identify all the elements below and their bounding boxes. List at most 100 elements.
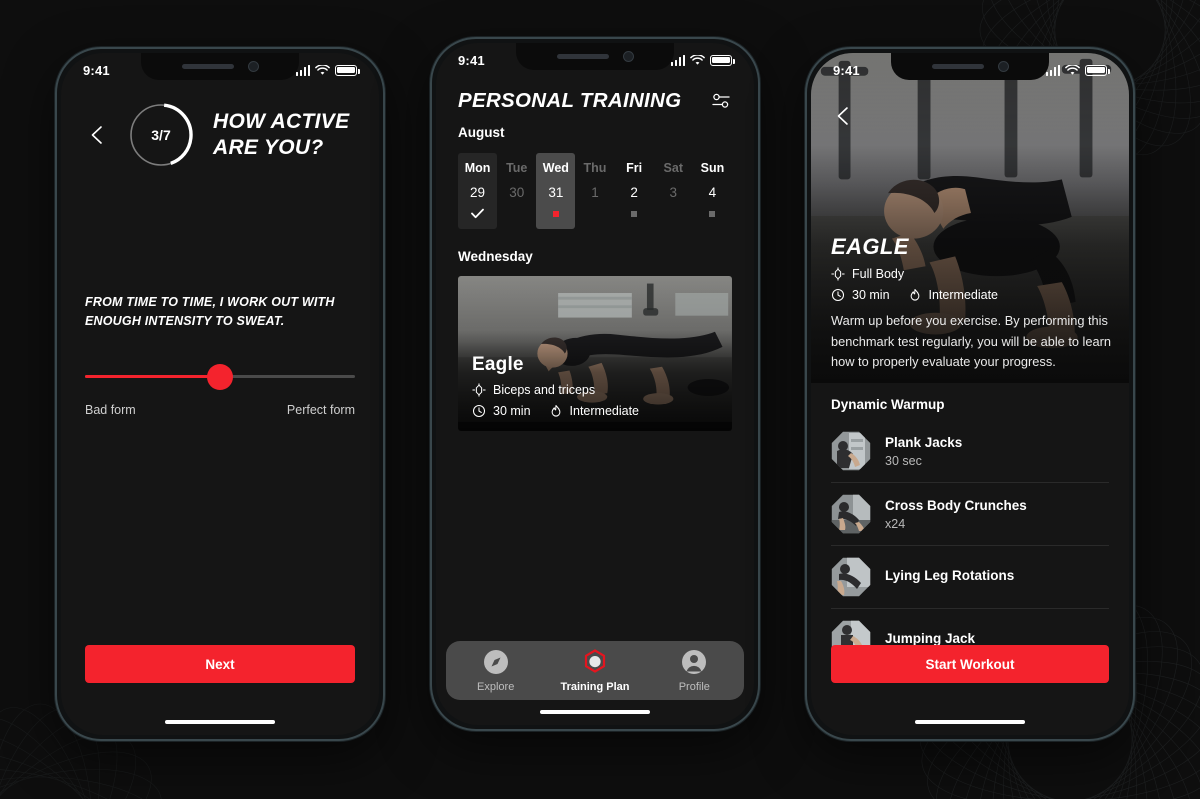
- tab-training-plan-label: Training Plan: [560, 681, 630, 693]
- phone1-screen: 9:41 3/7 HOW ACTIVE ARE YOU? FROM TIME T…: [61, 53, 379, 735]
- status-time: 9:41: [833, 62, 860, 78]
- home-indicator: [165, 719, 275, 724]
- target-icon: [831, 267, 845, 281]
- back-arrow-icon[interactable]: [85, 122, 111, 148]
- page-title: PERSONAL TRAINING: [458, 89, 682, 112]
- day-cell[interactable]: Fri 2: [615, 153, 654, 229]
- day-of-week: Wed: [542, 161, 569, 175]
- next-button[interactable]: Next: [85, 645, 355, 683]
- wifi-icon: [315, 64, 330, 75]
- battery-icon: [710, 54, 735, 66]
- tab-training-plan[interactable]: Training Plan: [545, 648, 644, 693]
- workout-level-item: Intermediate: [908, 288, 998, 302]
- slider-max-label: Perfect form: [286, 402, 355, 417]
- clock-icon: [472, 404, 486, 418]
- question-statement: FROM TIME TO TIME, I WORK OUT WITH ENOUG…: [85, 295, 335, 328]
- filter-sliders-icon[interactable]: [710, 90, 732, 112]
- day-cell-selected[interactable]: Wed 31: [536, 153, 576, 229]
- bottom-tab-bar: Explore Training Plan Profile: [446, 641, 744, 700]
- exercise-name: Cross Body Crunches: [885, 497, 1027, 513]
- workout-target-row: Full Body: [831, 267, 1111, 281]
- status-time: 9:41: [458, 52, 485, 68]
- exercise-text: Plank Jacks 30 sec: [885, 435, 962, 468]
- day-cell[interactable]: Sun 4: [693, 153, 732, 229]
- day-of-week: Tue: [506, 161, 528, 175]
- phone-onboarding: 9:41 3/7 HOW ACTIVE ARE YOU? FROM TIME T…: [55, 47, 385, 741]
- tab-explore[interactable]: Explore: [446, 648, 545, 693]
- wifi-icon: [1065, 64, 1080, 75]
- day-of-week: Mon: [464, 161, 491, 175]
- phone-workout-detail: EAGLE Full Body 30 min Intermediate Warm…: [805, 47, 1135, 741]
- workout-level-item: Intermediate: [549, 404, 639, 418]
- training-header: PERSONAL TRAINING: [436, 89, 754, 113]
- exercise-amount: x24: [885, 516, 906, 531]
- front-camera: [622, 51, 634, 62]
- workout-dot-icon: [552, 210, 559, 217]
- exercise-amount: 30 sec: [885, 453, 922, 468]
- status-time: 9:41: [83, 62, 110, 78]
- target-icon: [472, 383, 486, 397]
- phone2-screen: 9:41 PERSONAL TRAINING August Mon 29 Tue…: [436, 43, 754, 725]
- battery-icon: [1085, 64, 1110, 76]
- exercise-list: Plank Jacks 30 sec Cross Body Crunches x…: [811, 420, 1129, 672]
- app-mockup-stage: 9:41 3/7 HOW ACTIVE ARE YOU? FROM TIME T…: [0, 0, 1200, 799]
- workout-duration-item: 30 min: [831, 288, 890, 302]
- exercise-thumbnail: [831, 494, 871, 534]
- day-number: 31: [548, 185, 564, 200]
- slider-knob[interactable]: [207, 363, 233, 390]
- status-icons: [1045, 64, 1110, 76]
- workout-duration: 30 min: [493, 404, 531, 418]
- phone-training-plan: 9:41 PERSONAL TRAINING August Mon 29 Tue…: [430, 37, 760, 731]
- start-workout-button[interactable]: Start Workout: [831, 645, 1109, 683]
- check-icon: [471, 208, 484, 219]
- list-item[interactable]: Lying Leg Rotations: [831, 546, 1109, 609]
- day-of-week: Sun: [700, 161, 725, 175]
- workout-hero: EAGLE Full Body 30 min Intermediate Warm…: [811, 53, 1129, 383]
- tab-profile[interactable]: Profile: [645, 648, 744, 693]
- person-icon: [682, 650, 707, 674]
- back-arrow-icon[interactable]: [831, 103, 857, 129]
- day-cell[interactable]: Sat 3: [654, 153, 693, 229]
- workout-meta-row: 30 min Intermediate: [472, 404, 720, 418]
- progress-ring: 3/7: [125, 99, 197, 171]
- exercise-name: Lying Leg Rotations: [885, 567, 1015, 583]
- page-title-line2: ARE YOU?: [213, 136, 324, 159]
- day-number: 30: [509, 185, 525, 200]
- phone2-content: PERSONAL TRAINING August Mon 29 Tue 30 W…: [436, 43, 754, 725]
- list-item[interactable]: Cross Body Crunches x24: [831, 483, 1109, 546]
- exercise-name: Plank Jacks: [885, 434, 963, 450]
- intensity-slider[interactable]: [85, 363, 355, 390]
- workout-target: Biceps and triceps: [493, 383, 596, 397]
- day-number: 29: [470, 185, 486, 200]
- section-title: Dynamic Warmup: [831, 397, 945, 412]
- list-item[interactable]: Plank Jacks 30 sec: [831, 420, 1109, 483]
- day-of-week: Thu: [583, 161, 607, 175]
- workout-dot-icon: [631, 210, 638, 217]
- status-icons: [670, 54, 735, 66]
- day-marker: [654, 207, 693, 220]
- day-marker: [458, 207, 497, 220]
- workout-duration-item: 30 min: [472, 404, 531, 418]
- onboarding-header: 3/7 HOW ACTIVE ARE YOU?: [85, 99, 355, 171]
- notch: [891, 53, 1049, 80]
- clock-icon: [831, 288, 845, 301]
- speaker-grille: [931, 64, 984, 69]
- day-number: 4: [708, 185, 717, 200]
- exercise-text: Cross Body Crunches x24: [885, 498, 1027, 531]
- speaker-grille: [556, 54, 609, 59]
- front-camera: [997, 61, 1009, 72]
- hero-info: EAGLE Full Body 30 min Intermediate Warm…: [831, 234, 1111, 373]
- workout-card[interactable]: Eagle Biceps and triceps 30 min Intermed…: [458, 276, 732, 431]
- battery-icon: [335, 64, 360, 76]
- day-marker: [536, 207, 575, 220]
- day-cell[interactable]: Mon 29: [458, 153, 498, 229]
- workout-level: Intermediate: [569, 404, 640, 418]
- day-cell[interactable]: Tue 30: [497, 153, 536, 229]
- workout-duration: 30 min: [852, 287, 890, 302]
- day-cell[interactable]: Thu 1: [575, 153, 614, 229]
- workout-description: Warm up before you exercise. By performi…: [831, 312, 1112, 370]
- workout-target-row: Biceps and triceps: [472, 383, 720, 397]
- day-marker: [497, 207, 536, 220]
- notch: [141, 53, 299, 80]
- slider-labels: Bad form Perfect form: [85, 403, 355, 417]
